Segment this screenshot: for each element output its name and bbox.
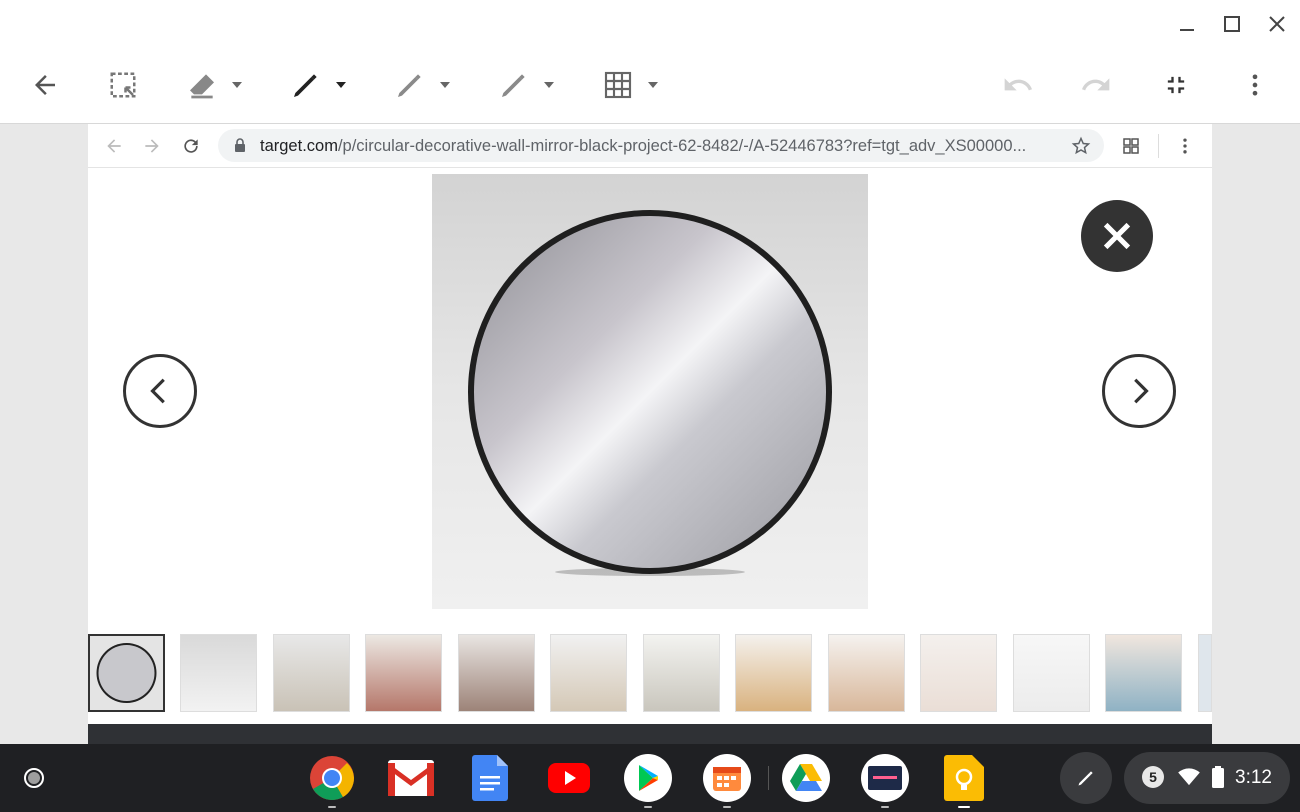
url-text: target.com/p/circular-decorative-wall-mi… bbox=[260, 137, 1060, 156]
thumbnail-bedroom[interactable] bbox=[365, 634, 442, 712]
exit-fullscreen-icon[interactable] bbox=[1162, 68, 1190, 102]
close-icon bbox=[1103, 222, 1131, 250]
lock-icon bbox=[234, 138, 246, 158]
chevron-down-icon[interactable] bbox=[648, 82, 658, 88]
thumbnail-white-room[interactable] bbox=[1013, 634, 1090, 712]
calendar-app[interactable] bbox=[703, 754, 751, 808]
url-host: target.com bbox=[260, 137, 338, 155]
window-title-bar bbox=[0, 0, 1300, 46]
chevron-down-icon[interactable] bbox=[544, 82, 554, 88]
play-store-icon bbox=[624, 754, 672, 802]
browser-toolbar: target.com/p/circular-decorative-wall-mi… bbox=[88, 124, 1212, 168]
marker-icon[interactable] bbox=[394, 68, 450, 102]
reload-icon[interactable] bbox=[179, 134, 203, 158]
docs-app[interactable] bbox=[466, 754, 514, 802]
running-indicator bbox=[644, 806, 652, 808]
thumbnail-mirror[interactable] bbox=[88, 634, 165, 712]
browser-forward-icon[interactable] bbox=[140, 134, 164, 158]
thumbnail-living-room[interactable] bbox=[458, 634, 535, 712]
thumbnail-strip bbox=[88, 634, 1212, 714]
running-indicator bbox=[881, 806, 889, 808]
keep-icon bbox=[944, 755, 984, 801]
running-indicator bbox=[328, 806, 336, 808]
gmail-app[interactable] bbox=[387, 754, 435, 802]
address-bar[interactable]: target.com/p/circular-decorative-wall-mi… bbox=[218, 129, 1104, 162]
chrome-app[interactable] bbox=[308, 754, 356, 808]
previous-image-button[interactable] bbox=[123, 354, 197, 428]
status-tray[interactable]: 5 3:12 bbox=[1124, 752, 1290, 804]
clock: 3:12 bbox=[1235, 767, 1272, 788]
drive-app[interactable] bbox=[782, 754, 830, 802]
browser-menu-icon[interactable] bbox=[1173, 134, 1197, 158]
gmail-icon bbox=[388, 760, 434, 796]
eraser-icon[interactable] bbox=[186, 68, 242, 102]
thumbnail-bathroom[interactable] bbox=[180, 634, 257, 712]
toolbar-divider bbox=[1158, 134, 1159, 158]
chevron-down-icon[interactable] bbox=[232, 82, 242, 88]
close-gallery-button[interactable] bbox=[1081, 200, 1153, 272]
annotation-toolbar bbox=[0, 46, 1300, 124]
url-path: /p/circular-decorative-wall-mirror-black… bbox=[337, 137, 1027, 155]
chevron-down-icon[interactable] bbox=[440, 82, 450, 88]
grid-icon[interactable] bbox=[602, 68, 658, 102]
launcher-button[interactable] bbox=[14, 758, 54, 798]
wifi-icon bbox=[1178, 768, 1200, 791]
thumbnail-pink-room[interactable] bbox=[1105, 634, 1182, 712]
play-store-app[interactable] bbox=[624, 754, 672, 808]
stylus-tools-button[interactable] bbox=[1060, 752, 1112, 804]
notification-count-badge: 5 bbox=[1142, 766, 1164, 788]
extensions-icon[interactable] bbox=[1119, 134, 1143, 158]
launcher-icon bbox=[24, 768, 44, 788]
system-shelf: 5 3:12 bbox=[0, 744, 1300, 812]
product-image bbox=[432, 174, 868, 609]
minimize-icon[interactable] bbox=[1175, 12, 1199, 36]
youtube-app[interactable] bbox=[545, 754, 593, 802]
keep-app[interactable] bbox=[940, 754, 988, 808]
calendar-app-icon bbox=[703, 754, 751, 802]
battery-icon bbox=[1212, 766, 1224, 793]
docs-icon bbox=[472, 755, 508, 801]
chrome-icon bbox=[310, 756, 354, 800]
thumbnail-partial[interactable] bbox=[1198, 634, 1212, 712]
shelf-divider bbox=[768, 766, 769, 790]
thumbnail-console[interactable] bbox=[735, 634, 812, 712]
running-indicator bbox=[723, 806, 731, 808]
select-region-icon[interactable] bbox=[108, 68, 138, 102]
back-arrow-icon[interactable] bbox=[30, 68, 60, 102]
mozaic-icon bbox=[861, 754, 909, 802]
stylus-icon bbox=[1078, 771, 1093, 786]
pen-icon[interactable] bbox=[290, 68, 346, 102]
close-icon[interactable] bbox=[1265, 12, 1289, 36]
thumbnail-shelving[interactable] bbox=[550, 634, 627, 712]
captured-shelf-strip bbox=[88, 724, 1212, 744]
chevron-left-icon bbox=[150, 378, 165, 404]
chevron-right-icon bbox=[1134, 378, 1149, 404]
more-vert-icon[interactable] bbox=[1241, 68, 1269, 102]
drive-icon bbox=[782, 754, 830, 802]
undo-icon[interactable] bbox=[1002, 68, 1034, 102]
browser-back-icon[interactable] bbox=[102, 134, 126, 158]
highlighter-icon[interactable] bbox=[498, 68, 554, 102]
mozaic-app[interactable] bbox=[861, 754, 909, 808]
thumbnail-oval-mirror[interactable] bbox=[828, 634, 905, 712]
round-mirror-image bbox=[468, 210, 832, 576]
chevron-down-icon[interactable] bbox=[336, 82, 346, 88]
screenshot-canvas[interactable]: target.com/p/circular-decorative-wall-mi… bbox=[88, 124, 1212, 744]
thumbnail-vanity[interactable] bbox=[920, 634, 997, 712]
youtube-icon bbox=[548, 763, 590, 793]
star-icon[interactable] bbox=[1071, 136, 1091, 161]
thumbnail-entryway[interactable] bbox=[273, 634, 350, 712]
thumbnail-lounge[interactable] bbox=[643, 634, 720, 712]
running-indicator bbox=[958, 806, 970, 808]
redo-icon[interactable] bbox=[1080, 68, 1112, 102]
maximize-icon[interactable] bbox=[1220, 12, 1244, 36]
next-image-button[interactable] bbox=[1102, 354, 1176, 428]
